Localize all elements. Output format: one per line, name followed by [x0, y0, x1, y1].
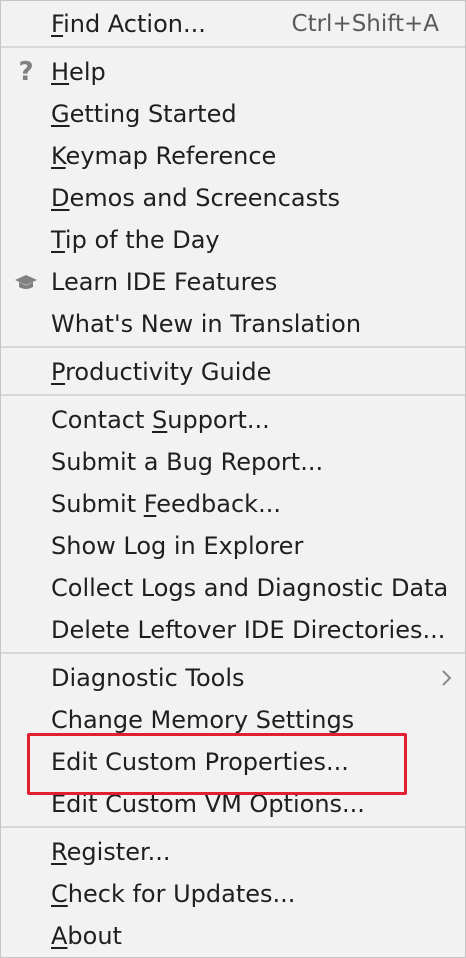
menu-item-label: Help — [51, 58, 106, 86]
menu-item-edit-custom-properties[interactable]: Edit Custom Properties... — [1, 741, 465, 783]
menu-separator — [1, 346, 465, 348]
menu-item-learn-ide-features[interactable]: Learn IDE Features — [1, 261, 465, 303]
menu-item-register[interactable]: Register... — [1, 831, 465, 873]
menu-item-label: Collect Logs and Diagnostic Data — [51, 574, 449, 602]
menu-item-label: Productivity Guide — [51, 358, 272, 386]
menu-item-label: Change Memory Settings — [51, 706, 355, 734]
menu-item-label: Register... — [51, 838, 171, 866]
menu-item-tip-of-the-day[interactable]: Tip of the Day — [1, 219, 465, 261]
menu-item-label: Edit Custom Properties... — [51, 748, 349, 776]
menu-item-label: Learn IDE Features — [51, 268, 278, 296]
menu-item-label: About — [51, 922, 122, 950]
menu-item-show-log[interactable]: Show Log in Explorer — [1, 525, 465, 567]
menu-item-label: Delete Leftover IDE Directories... — [51, 616, 446, 644]
menu-item-change-memory[interactable]: Change Memory Settings — [1, 699, 465, 741]
menu-separator — [1, 46, 465, 48]
menu-item-demos[interactable]: Demos and Screencasts — [1, 177, 465, 219]
menu-item-contact-support[interactable]: Contact Support... — [1, 399, 465, 441]
menu-item-label: Getting Started — [51, 100, 237, 128]
menu-separator — [1, 394, 465, 396]
graduation-cap-icon — [11, 261, 41, 303]
question-icon: ? — [18, 57, 34, 87]
chevron-right-icon — [441, 657, 453, 699]
menu-item-label: Submit Feedback... — [51, 490, 281, 518]
menu-item-edit-custom-vm[interactable]: Edit Custom VM Options... — [1, 783, 465, 825]
menu-item-diagnostic-tools[interactable]: Diagnostic Tools — [1, 657, 465, 699]
menu-item-label: Edit Custom VM Options... — [51, 790, 365, 818]
menu-item-keymap-reference[interactable]: Keymap Reference — [1, 135, 465, 177]
menu-item-label: Check for Updates... — [51, 880, 296, 908]
menu-item-help[interactable]: ? Help — [1, 51, 465, 93]
menu-item-getting-started[interactable]: Getting Started — [1, 93, 465, 135]
menu-item-label: Contact Support... — [51, 406, 270, 434]
shortcut-label: Ctrl+Shift+A — [291, 11, 439, 37]
menu-item-delete-leftover[interactable]: Delete Leftover IDE Directories... — [1, 609, 465, 651]
menu-item-label: What's New in Translation — [51, 310, 362, 338]
menu-item-whats-new[interactable]: What's New in Translation — [1, 303, 465, 345]
menu-item-label: Submit a Bug Report... — [51, 448, 324, 476]
menu-item-label: Diagnostic Tools — [51, 664, 245, 692]
menu-item-submit-bug[interactable]: Submit a Bug Report... — [1, 441, 465, 483]
menu-item-productivity-guide[interactable]: Productivity Guide — [1, 351, 465, 393]
menu-item-collect-logs[interactable]: Collect Logs and Diagnostic Data — [1, 567, 465, 609]
menu-item-submit-feedback[interactable]: Submit Feedback... — [1, 483, 465, 525]
menu-separator — [1, 652, 465, 654]
menu-separator — [1, 826, 465, 828]
help-menu: Find Action... Ctrl+Shift+A ? Help Getti… — [0, 0, 466, 958]
menu-item-check-updates[interactable]: Check for Updates... — [1, 873, 465, 915]
menu-item-label: Tip of the Day — [51, 226, 220, 254]
menu-item-about[interactable]: About — [1, 915, 465, 957]
menu-item-label: Demos and Screencasts — [51, 184, 341, 212]
menu-item-label: Show Log in Explorer — [51, 532, 304, 560]
menu-item-find-action[interactable]: Find Action... Ctrl+Shift+A — [1, 3, 465, 45]
menu-item-label: Find Action... — [51, 10, 206, 38]
menu-item-label: Keymap Reference — [51, 142, 277, 170]
